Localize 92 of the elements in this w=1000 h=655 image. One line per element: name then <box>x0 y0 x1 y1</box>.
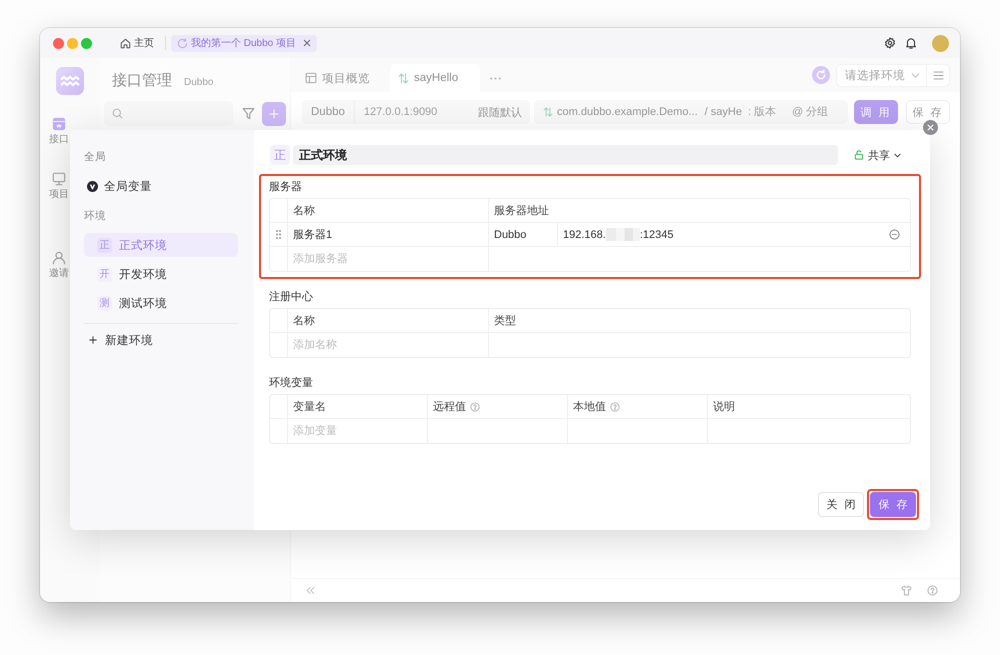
connection-bar[interactable]: Dubbo 127.0.0.1:9090 跟随默认 <box>302 100 530 124</box>
panel-title: 接口管理 <box>112 71 172 90</box>
environment-badge: 正 <box>270 145 290 165</box>
filter-icon[interactable] <box>242 107 255 120</box>
column-header: 远程值 <box>433 400 466 414</box>
table-cell: Dubbo <box>494 228 526 240</box>
window-close-button[interactable] <box>53 38 64 48</box>
primary-button[interactable]: 调 用 <box>854 100 898 124</box>
circle-arrow-icon <box>177 38 188 48</box>
window-minimize-button[interactable] <box>67 38 78 48</box>
nav-item[interactable]: 接口 <box>49 117 69 145</box>
drag-handle-icon[interactable] <box>276 230 281 239</box>
section-title: 注册中心 <box>269 290 314 304</box>
column-header: 说明 <box>713 400 735 414</box>
address-field[interactable]: 127.0.0.1:9090 <box>354 100 474 124</box>
chevron-down-icon <box>894 152 901 158</box>
wave-logo-icon <box>56 67 84 95</box>
up-down-arrows-icon <box>398 72 409 84</box>
menu-icon <box>932 70 944 80</box>
address-text: 192.168. <box>563 228 606 240</box>
settings-icon[interactable] <box>884 37 896 49</box>
sidebar-item[interactable]: 全局变量 <box>84 174 238 198</box>
column-header: 服务器地址 <box>494 204 549 218</box>
new-environment-button[interactable]: 新建环境 <box>84 328 238 352</box>
mode-select[interactable]: 跟随默认 <box>474 104 530 120</box>
double-chevron-left-icon[interactable] <box>306 586 315 595</box>
environment-select[interactable]: 请选择环境 <box>836 64 927 86</box>
plus-icon <box>269 108 279 118</box>
plus-icon <box>89 336 97 344</box>
method-name: / sayHe <box>704 106 742 118</box>
layout-icon <box>305 72 317 84</box>
add-row-field[interactable]: 添加服务器 <box>293 247 483 271</box>
editor-tab[interactable]: 项目概览 <box>295 64 380 92</box>
home-icon <box>120 38 131 48</box>
column-header: 类型 <box>494 314 516 328</box>
minus-circle-icon[interactable] <box>889 229 900 240</box>
menu-button[interactable] <box>927 64 950 86</box>
person-icon <box>52 251 66 265</box>
protocol-select[interactable]: Dubbo <box>302 100 355 124</box>
add-row-field[interactable]: 添加名称 <box>293 333 483 357</box>
window-tab[interactable]: 主页 <box>114 34 160 52</box>
share-button[interactable]: 共享 <box>854 148 901 162</box>
up-down-arrows-icon <box>543 107 553 117</box>
service-bar[interactable]: com.dubbo.example.Demo... / sayHe : 版本 @ 分组 <box>534 100 848 124</box>
add-button[interactable] <box>262 102 286 126</box>
search-icon <box>112 108 123 119</box>
section-title: 服务器 <box>269 180 303 194</box>
bell-icon[interactable] <box>905 37 917 49</box>
column-header: 名称 <box>293 204 315 218</box>
address-text: :12345 <box>640 228 674 240</box>
panel-subtitle: Dubbo <box>184 77 214 88</box>
box-icon <box>52 117 66 131</box>
chevron-down-icon <box>911 70 920 80</box>
environment-badge: 正 <box>97 238 112 252</box>
environment-badge: 测 <box>97 296 112 310</box>
window-tab[interactable]: 我的第一个 Dubbo 项目 <box>171 34 318 52</box>
primary-button[interactable]: 保 存 <box>870 492 916 517</box>
column-header: 名称 <box>293 314 315 328</box>
monitor-icon <box>52 172 66 186</box>
name-field[interactable]: 正式环境 <box>293 145 838 165</box>
circle-v-icon <box>87 180 98 192</box>
editor-tab[interactable]: sayHello <box>390 64 480 92</box>
version-field[interactable]: : 版本 <box>748 106 782 118</box>
nav-item[interactable]: 项目 <box>49 172 69 200</box>
open-lock-icon <box>854 150 864 160</box>
avatar[interactable] <box>932 34 949 52</box>
add-row-field[interactable]: 添加变量 <box>293 419 422 443</box>
help-icon[interactable] <box>610 402 620 412</box>
more-icon[interactable] <box>490 77 502 80</box>
close-icon <box>927 124 934 131</box>
service-name: com.dubbo.example.Demo... <box>557 106 698 118</box>
environment-badge: 开 <box>97 266 112 282</box>
close-icon[interactable] <box>303 39 312 47</box>
section-label: 环境 <box>84 210 107 222</box>
column-header: 变量名 <box>293 400 326 414</box>
tshirt-icon[interactable] <box>901 585 912 596</box>
help-icon[interactable] <box>470 402 480 412</box>
nav-item[interactable]: 邀请 <box>49 251 69 279</box>
column-header: 本地值 <box>573 400 606 414</box>
table-cell-text: 服务器1 <box>293 228 332 242</box>
group-field[interactable]: @ 分组 <box>792 106 832 118</box>
section-title: 环境变量 <box>269 376 314 390</box>
sidebar-item[interactable]: 正 正式环境 <box>84 233 238 257</box>
section-label: 全局 <box>84 151 107 163</box>
window-zoom-button[interactable] <box>81 38 92 48</box>
help-icon[interactable] <box>927 585 938 596</box>
close-button[interactable] <box>923 120 938 135</box>
refresh-icon[interactable] <box>812 66 830 84</box>
sidebar-item[interactable]: 测 测试环境 <box>84 291 238 315</box>
search-field[interactable] <box>104 101 233 126</box>
secondary-button[interactable]: 关 闭 <box>818 492 864 517</box>
sidebar-item[interactable]: 开 开发环境 <box>84 262 238 286</box>
